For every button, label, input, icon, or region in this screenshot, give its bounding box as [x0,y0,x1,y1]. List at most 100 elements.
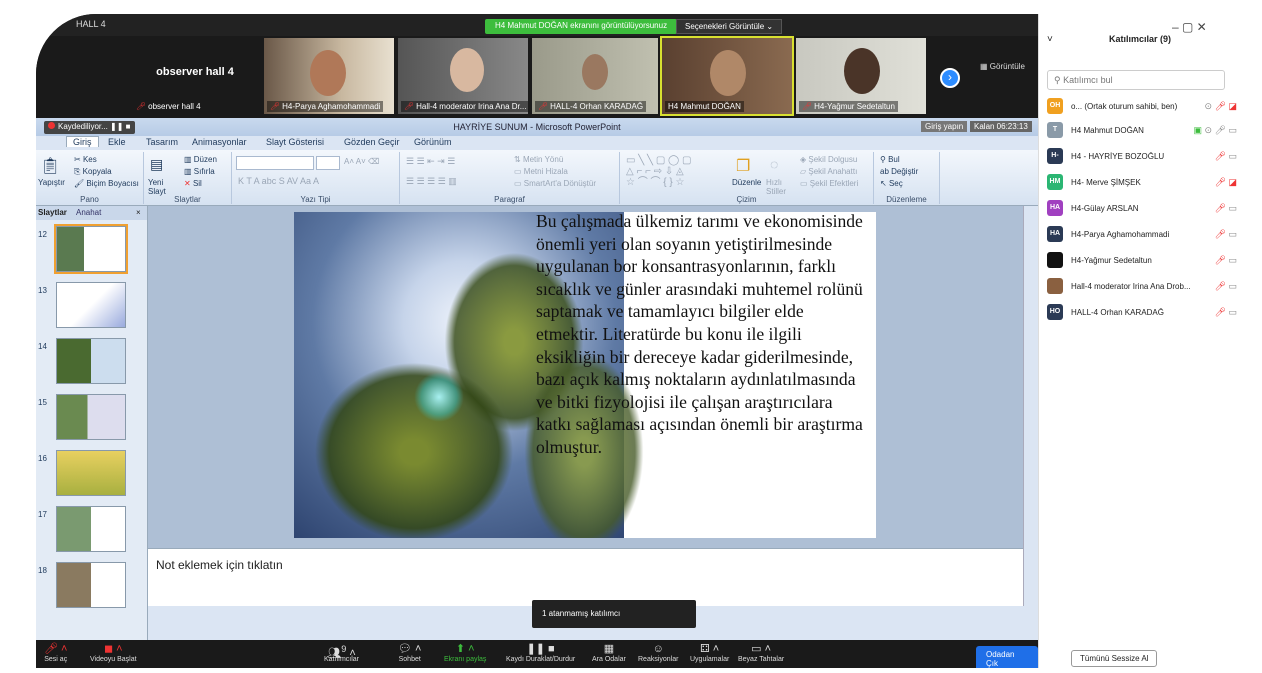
align-text-button[interactable]: ▭ Metni Hizala [514,167,568,176]
video-tile-active-speaker[interactable]: H4 Mahmut DOĞAN [660,36,794,116]
close-icon[interactable]: × [136,208,141,217]
ribbon: 📋︎ Yapıştır ✂ Kes ⎘ Kopyala 🖌︎ Biçim Boy… [36,150,1038,206]
participant-name: H4- Merve ŞİMŞEK [1071,178,1141,187]
participant-row[interactable]: Hall-4 moderator Irina Ana Drob... 🎤︎ ▭ [1047,278,1237,296]
text-direction-button[interactable]: ⇅ Metin Yönü [514,155,563,164]
shapes-gallery[interactable]: ▭ ╲ ╲ ▢ ◯ ▢ △ ⌐ ⌐ ⇨ ⇩ ◬ ☆ ⌒ ⌒ { } ☆ [626,155,726,188]
shape-effects-button[interactable]: ▭ Şekil Efektleri [800,179,858,188]
avatar: HA [1047,200,1063,216]
participants-button[interactable]: 👥︎9 ˄ Katılımcılar [324,642,359,663]
tab-giris[interactable]: Giriş [66,136,99,147]
whiteboard-button[interactable]: ▭ ˄ Beyaz Tahtalar [738,642,784,663]
leave-button[interactable]: Odadan Çık [976,646,1038,668]
brush-icon: 🖌︎ [74,179,87,188]
slide-body-text[interactable]: Bu çalışmada ülkemiz tarımı ve ekonomisi… [536,212,866,459]
tab-slaytlar[interactable]: Slaytlar [38,208,67,217]
arrange-button[interactable]: Düzenle [732,178,761,187]
breakout-rooms-button[interactable]: ▦ Ara Odalar [592,642,626,663]
next-page-button[interactable]: › [940,68,960,88]
font-format-icons[interactable]: K T A abc S AV Aa A [238,176,319,186]
video-tile[interactable]: observer hall 4 🎤︎ observer hall 4 [130,38,260,114]
smartart-button[interactable]: ▭ SmartArt'a Dönüştür [514,179,596,188]
sign-in-button[interactable]: Giriş yapın [921,121,968,132]
participant-row[interactable]: T H4 Mahmut DOĞAN ▣ ⊙ 🎤︎ ▭ [1047,122,1237,140]
find-button[interactable]: ⚲ Bul [880,155,900,164]
video-tile[interactable]: 🎤︎ H4-Yağmur Sedetaltun [796,38,926,114]
participant-row[interactable]: HM H4- Merve ŞİMŞEK 🎤︎ ◪ [1047,174,1237,192]
window-controls[interactable]: – ▢ ✕ [1172,20,1207,34]
select-button[interactable]: ↖ Seç [880,179,903,188]
tab-slayt-gosterisi[interactable]: Slayt Gösterisi [266,137,324,147]
status-icons: 🎤︎ ▭ [1214,307,1237,317]
align-icons[interactable]: ☰ ☰ ☰ ☰ ▥ [406,176,457,187]
participant-row[interactable]: H4-Yağmur Sedetaltun 🎤︎ ▭ [1047,252,1237,270]
slide-thumbnail[interactable] [56,562,126,608]
tile-name: 🎤︎ observer hall 4 [136,102,201,111]
mic-muted-icon: 🎤︎ [802,102,813,111]
participant-row[interactable]: HA H4-Gülay ARSLAN 🎤︎ ▭ [1047,200,1237,218]
quick-styles-button[interactable]: Hızlı Stiller [766,178,794,196]
slide-thumbnail[interactable] [56,450,126,496]
apps-button[interactable]: ⚃ ˄ Uygulamalar [690,642,729,663]
copy-button[interactable]: ⎘ Kopyala [74,167,112,177]
cut-button[interactable]: ✂ Kes [74,155,97,164]
participant-row[interactable]: H- H4 - HAYRİYE BOZOĞLU 🎤︎ ▭ [1047,148,1237,166]
reactions-button[interactable]: ☺ Reaksiyonlar [638,642,678,663]
group-label: Paragraf [494,195,525,204]
slide-thumbnail[interactable] [54,224,128,274]
slide-thumbnail[interactable] [56,282,126,328]
tab-gorunum[interactable]: Görünüm [414,137,452,147]
participant-search-input[interactable]: ⚲ Katılımcı bul [1047,70,1225,90]
video-tile[interactable]: 🎤︎ Hall-4 moderator Irina Ana Dr... [398,38,528,114]
record-button[interactable]: ❚❚ ■ Kaydı Duraklat/Durdur [506,642,575,663]
view-options-button[interactable]: Seçenekleri Görüntüle ⌄ [676,19,783,34]
font-name-select[interactable] [236,156,314,170]
shape-fill-button[interactable]: ◈ Şekil Dolgusu [800,155,857,164]
group-yazi-tipi: A˄ A˅ ⌫ K T A abc S AV Aa A Yazı Tipi [232,152,400,204]
font-size-select[interactable] [316,156,340,170]
participant-row[interactable]: HA H4-Parya Aghamohammadi 🎤︎ ▭ [1047,226,1237,244]
participant-row[interactable]: OH o... (Ortak oturum sahibi, ben) ⊙ 🎤︎ … [1047,98,1237,116]
avatar: HM [1047,174,1063,190]
recording-indicator[interactable]: Kaydediliyor... ❚❚ ■ [44,121,135,134]
font-grow-shrink-icon[interactable]: A˄ A˅ ⌫ [344,157,379,166]
slide-thumbnail[interactable] [56,338,126,384]
slide-thumbnail[interactable] [56,394,126,440]
tile-name: 🎤︎ Hall-4 moderator Irina Ana Dr... [401,101,528,112]
paste-button[interactable]: Yapıştır [38,178,65,187]
new-slide-button[interactable]: Yeni Slayt [148,178,176,196]
mute-all-button[interactable]: Tümünü Sessize Al [1071,650,1158,667]
current-slide[interactable]: Bu çalışmada ülkemiz tarımı ve ekonomisi… [294,212,876,538]
panel-header: ˅ Katılımcılar (9) [1039,14,1262,54]
shape-outline-button[interactable]: ▱ Şekil Anahattı [800,167,857,176]
unmute-button[interactable]: 🎤︎ ˄ Sesi aç [44,642,67,663]
status-icons: 🎤︎ ▭ [1214,281,1237,291]
avatar: H- [1047,148,1063,164]
video-tile[interactable]: 🎤︎ HALL-4 Orhan KARADAĞ [532,38,658,114]
video-tile[interactable]: 🎤︎ H4-Parya Aghamohammadi [264,38,394,114]
start-video-button[interactable]: ◼ ˄ Videoyu Başlat [90,642,137,663]
tab-tasarim[interactable]: Tasarım [146,137,178,147]
slide-thumbnail[interactable] [56,506,126,552]
layout-button[interactable]: ▥ Düzen [184,155,217,164]
share-screen-button[interactable]: ⬆ ˄ Ekranı paylaş [444,642,486,663]
tab-animasyonlar[interactable]: Animasyonlar [192,137,247,147]
video-off-icon: ◼ ˄ [103,643,123,655]
view-button[interactable]: ▦ Görüntüle [980,62,1025,71]
list-icons[interactable]: ☰ ☰ ⇤ ⇥ ☰ [406,156,455,167]
delete-slide-button[interactable]: ✕ Sil [184,179,202,188]
participant-row[interactable]: HO HALL-4 Orhan KARADAĞ 🎤︎ ▭ [1047,304,1237,322]
format-painter-button[interactable]: 🖌︎ Biçim Boyacısı [74,179,139,188]
tile-name: H4 Mahmut DOĞAN [665,101,744,112]
reset-button[interactable]: ▥ Sıfırla [184,167,215,176]
participant-name: Hall-4 moderator Irina Ana Drob... [1071,282,1191,291]
tab-ekle[interactable]: Ekle [108,137,126,147]
tab-anahat[interactable]: Anahat [76,208,101,217]
tab-gozden-gecir[interactable]: Gözden Geçir [344,137,400,147]
avatar: HA [1047,226,1063,242]
chevron-down-icon[interactable]: ˅ [1047,34,1053,45]
notes-pane[interactable]: Not eklemek için tıklatın [148,548,1023,606]
replace-button[interactable]: ab Değiştir [880,167,918,176]
chat-button[interactable]: 💬︎ ˄ Sohbet [398,642,421,663]
vertical-scrollbar[interactable] [1023,206,1033,606]
